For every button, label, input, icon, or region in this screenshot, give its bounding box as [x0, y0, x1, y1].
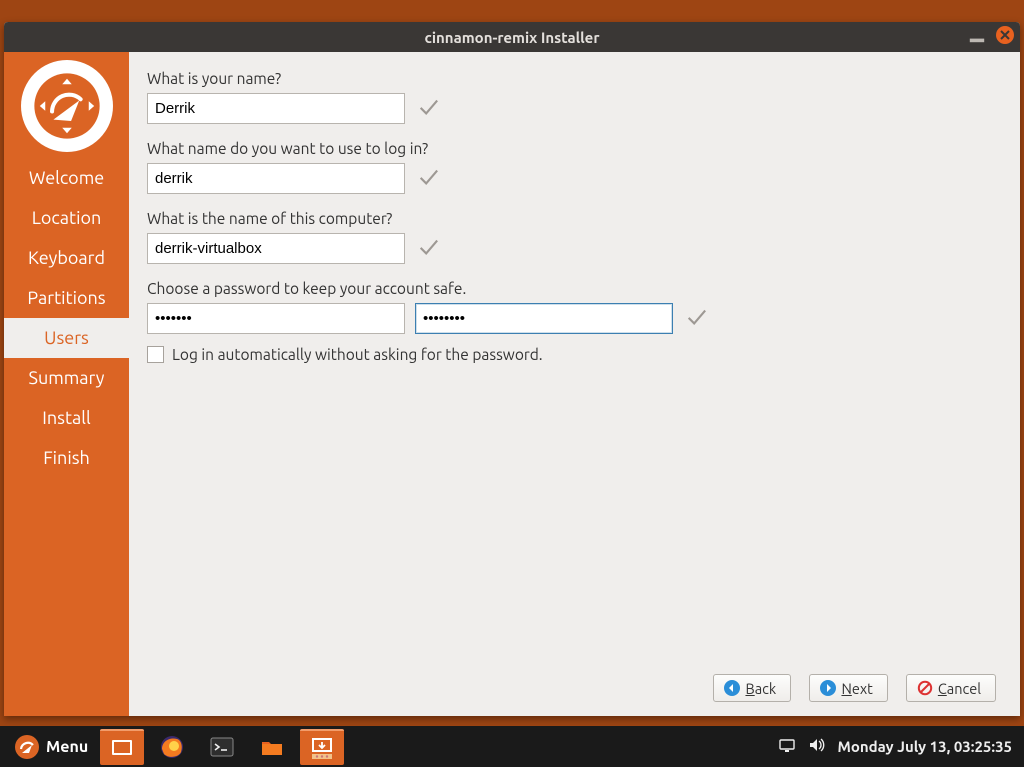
arrow-left-icon — [724, 680, 740, 696]
taskbar-firefox[interactable] — [150, 729, 194, 765]
step-label: Users — [44, 328, 89, 348]
prohibit-icon — [917, 680, 933, 696]
cancel-button-label: Cancel — [938, 680, 981, 697]
cancel-button[interactable]: Cancel — [906, 674, 996, 702]
distro-logo — [21, 60, 113, 152]
step-label: Welcome — [29, 168, 104, 188]
step-label: Install — [42, 408, 90, 428]
sidebar: Welcome Location Keyboard Partitions Users Su… — [4, 52, 129, 716]
checkmark-icon — [415, 96, 441, 122]
volume-icon[interactable] — [808, 736, 826, 758]
sidebar-step-users[interactable]: Users — [4, 318, 129, 358]
title-controls — [968, 26, 1014, 44]
back-button-label: Back — [745, 680, 776, 697]
minimize-button[interactable] — [968, 26, 986, 44]
taskbar-terminal[interactable] — [200, 729, 244, 765]
back-button[interactable]: Back — [713, 674, 791, 702]
sidebar-step-keyboard[interactable]: Keyboard — [4, 238, 129, 278]
menu-label: Menu — [46, 738, 88, 756]
footer-buttons: Back Next Cancel — [147, 664, 996, 702]
window-title: cinnamon-remix Installer — [425, 29, 600, 46]
taskbar-installer[interactable] — [300, 729, 344, 765]
titlebar[interactable]: cinnamon-remix Installer — [4, 22, 1020, 52]
taskbar-show-desktop[interactable] — [100, 729, 144, 765]
network-icon[interactable] — [778, 736, 796, 758]
close-button[interactable] — [996, 26, 1014, 44]
step-label: Keyboard — [28, 248, 105, 268]
clock[interactable]: Monday July 13, 03:25:35 — [838, 738, 1012, 755]
sidebar-step-welcome[interactable]: Welcome — [4, 158, 129, 198]
autologin-checkbox[interactable] — [147, 346, 164, 363]
password-input[interactable] — [147, 303, 405, 334]
arrow-right-icon — [820, 680, 836, 696]
sidebar-step-partitions[interactable]: Partitions — [4, 278, 129, 318]
system-tray: Monday July 13, 03:25:35 — [778, 736, 1016, 758]
next-button-label: Next — [841, 680, 872, 697]
checkmark-icon — [683, 306, 709, 332]
step-label: Summary — [29, 368, 105, 388]
host-question-label: What is the name of this computer? — [147, 210, 996, 227]
step-label: Location — [32, 208, 102, 228]
name-input[interactable] — [147, 93, 405, 124]
name-question-label: What is your name? — [147, 70, 996, 87]
menu-logo-icon — [14, 734, 40, 760]
sidebar-step-location[interactable]: Location — [4, 198, 129, 238]
hostname-input[interactable] — [147, 233, 405, 264]
content-area: What is your name? What name do you want… — [129, 52, 1020, 716]
step-label: Partitions — [27, 288, 105, 308]
checkmark-icon — [415, 236, 441, 262]
password-confirm-input[interactable] — [415, 303, 673, 334]
autologin-label: Log in automatically without asking for … — [172, 346, 543, 363]
sidebar-step-install[interactable]: Install — [4, 398, 129, 438]
next-button[interactable]: Next — [809, 674, 887, 702]
taskbar-files[interactable] — [250, 729, 294, 765]
sidebar-step-summary[interactable]: Summary — [4, 358, 129, 398]
login-input[interactable] — [147, 163, 405, 194]
login-question-label: What name do you want to use to log in? — [147, 140, 996, 157]
password-question-label: Choose a password to keep your account s… — [147, 280, 996, 297]
installer-window: cinnamon-remix Installer — [4, 22, 1020, 716]
sidebar-step-finish[interactable]: Finish — [4, 438, 129, 478]
taskbar: Menu Monday July 13, 03:25:35 — [0, 726, 1024, 767]
step-label: Finish — [43, 448, 90, 468]
checkmark-icon — [415, 166, 441, 192]
menu-button[interactable]: Menu — [8, 731, 94, 763]
